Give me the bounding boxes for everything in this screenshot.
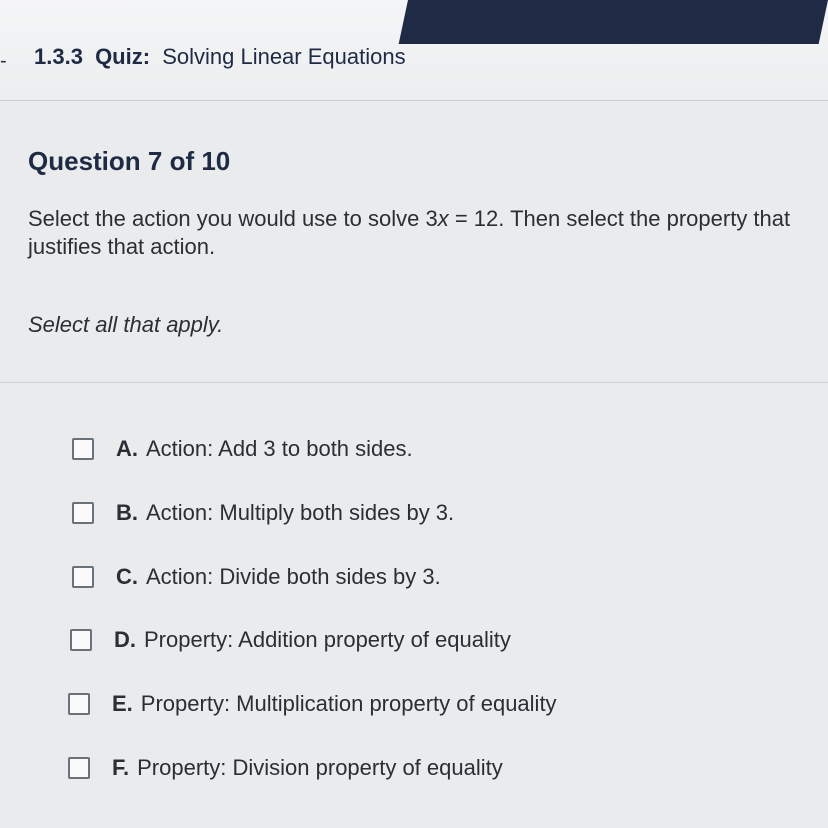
option-text: Property: Addition property of equality	[144, 627, 511, 652]
checkbox[interactable]	[68, 757, 90, 779]
checkbox[interactable]	[70, 629, 92, 651]
option-letter: A.	[116, 436, 138, 461]
checkbox[interactable]	[72, 438, 94, 460]
option-text: Action: Divide both sides by 3.	[146, 564, 441, 589]
option-letter: B.	[116, 500, 138, 525]
answer-options: A. Action: Add 3 to both sides. B. Actio…	[0, 0, 828, 828]
option-a[interactable]: A. Action: Add 3 to both sides.	[72, 436, 413, 462]
option-text: Property: Multiplication property of equ…	[140, 691, 557, 716]
option-text: Property: Division property of equality	[137, 755, 503, 780]
option-letter: E.	[112, 691, 133, 716]
option-text: Action: Add 3 to both sides.	[146, 436, 413, 461]
option-text: Action: Multiply both sides by 3.	[146, 500, 455, 525]
option-c[interactable]: C. Action: Divide both sides by 3.	[72, 564, 441, 590]
option-e[interactable]: E. Property: Multiplication property of …	[68, 691, 557, 717]
option-letter: C.	[116, 564, 138, 589]
option-f[interactable]: F. Property: Division property of equali…	[68, 755, 503, 781]
option-d[interactable]: D. Property: Addition property of equali…	[70, 627, 511, 653]
checkbox[interactable]	[68, 693, 90, 715]
checkbox[interactable]	[72, 566, 94, 588]
option-letter: F.	[112, 755, 130, 780]
option-b[interactable]: B. Action: Multiply both sides by 3.	[72, 500, 454, 526]
option-letter: D.	[114, 627, 136, 652]
checkbox[interactable]	[72, 502, 94, 524]
